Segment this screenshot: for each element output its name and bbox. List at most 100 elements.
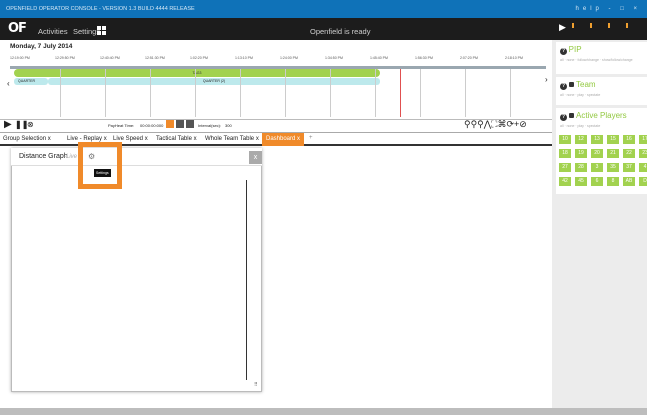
distance-graph-widget	[11, 148, 262, 392]
timeline-time-label: 12:19:00 PM	[10, 56, 30, 60]
timeline-quarter-1[interactable]: QUARTER	[14, 78, 48, 85]
dark-button[interactable]	[186, 120, 194, 128]
menu-activities[interactable]: Activities	[38, 27, 68, 36]
play-icon[interactable]: ▶	[4, 119, 12, 130]
team-panel: ? Team all · none · play · spectate	[556, 77, 647, 105]
player-badge[interactable]: 28	[575, 163, 587, 172]
pip-options[interactable]: all · none · follow/change · show/follow…	[556, 58, 647, 62]
chevron-right-icon[interactable]: ›	[545, 75, 548, 84]
grid-line	[465, 69, 466, 117]
help-icon[interactable]: ?	[560, 83, 567, 90]
timeline-time-label: 1:24:00 PM	[280, 56, 298, 60]
timeline-time-label: 1:34:50 PM	[325, 56, 343, 60]
bottom-bar	[0, 408, 647, 415]
player-badge[interactable]: D	[639, 177, 647, 186]
timeline-tag-bar[interactable]: TAG3	[14, 69, 380, 77]
tab-group-selection[interactable]: Group Selection x	[3, 136, 51, 142]
window-controls[interactable]: help - □ ×	[576, 0, 641, 18]
stop-icon[interactable]: ⊗	[27, 120, 34, 129]
gear-icon[interactable]: ⚙	[88, 152, 95, 161]
tab-dashboard[interactable]: Dashboard x	[262, 133, 304, 146]
timeline-time-label: 12:40:40 PM	[100, 56, 120, 60]
player-badge[interactable]: 37	[623, 163, 635, 172]
chevron-left-icon[interactable]: ‹	[7, 79, 10, 88]
player-badge[interactable]: 4	[639, 163, 647, 172]
player-badge[interactable]: 6	[591, 177, 603, 186]
highlight-box	[78, 142, 122, 189]
status-text: Openfield is ready	[310, 27, 371, 36]
add-tab-icon[interactable]: +	[309, 135, 313, 141]
player-badge[interactable]: 45	[575, 177, 587, 186]
grid-line	[60, 69, 61, 117]
player-badge[interactable]: 15	[607, 135, 619, 144]
player-badge[interactable]: 23	[639, 149, 647, 158]
interval-input[interactable]: 300	[225, 123, 232, 128]
grid-icon[interactable]	[97, 26, 106, 35]
player-badge[interactable]: 19	[575, 149, 587, 158]
player-badge[interactable]: AB	[623, 177, 635, 186]
timeline-time-label: 1:56:30 PM	[415, 56, 433, 60]
resize-handle-icon[interactable]: ⠿	[254, 382, 258, 388]
timeline-time-label: 12:29:50 PM	[55, 56, 75, 60]
timeline-time-label: 1:13:10 PM	[235, 56, 253, 60]
grid-line	[195, 69, 196, 117]
dark-button[interactable]	[176, 120, 184, 128]
widget-close-button[interactable]: x	[249, 151, 262, 164]
playhead-marker[interactable]	[400, 69, 401, 117]
tick-marker	[626, 23, 628, 28]
sidebar-topbar	[552, 18, 647, 40]
help-icon[interactable]: ?	[560, 48, 567, 55]
settings-tooltip: Settings	[94, 169, 111, 177]
tick-marker	[590, 23, 592, 28]
grid-line	[510, 69, 511, 117]
widget-title: Distance Graph	[19, 153, 68, 160]
player-badge[interactable]: 21	[607, 149, 619, 158]
help-icon[interactable]: ?	[560, 114, 567, 121]
timeline-time-label: 2:07:20 PM	[460, 56, 478, 60]
payheat-label: PayHeat Time:	[108, 123, 135, 128]
payheat-value[interactable]: 00:00:00:000	[140, 123, 163, 128]
app-title: OPENFIELD OPERATOR CONSOLE - VERSION 1.3…	[6, 6, 195, 12]
logo: OF	[8, 21, 27, 36]
lock-icon[interactable]	[569, 82, 574, 87]
team-title: Team	[576, 80, 596, 89]
player-badge[interactable]: 22	[623, 149, 635, 158]
widget-live-label: -Live	[64, 154, 78, 160]
tick-marker	[572, 23, 574, 28]
tab-tactical-table[interactable]: Tactical Table x	[156, 136, 197, 142]
player-badge[interactable]: 12	[575, 135, 587, 144]
timeline-time-label: 12:51:30 PM	[145, 56, 165, 60]
grid-line	[285, 69, 286, 117]
titlebar: OPENFIELD OPERATOR CONSOLE - VERSION 1.3…	[0, 0, 647, 18]
player-badge[interactable]: 27	[559, 163, 571, 172]
tab-whole-team-table[interactable]: Whole Team Table x	[205, 136, 259, 142]
grid-line	[420, 69, 421, 117]
grid-line	[330, 69, 331, 117]
player-badge[interactable]: 35	[607, 163, 619, 172]
player-badge[interactable]: 17	[639, 135, 647, 144]
lock-icon[interactable]	[569, 113, 574, 118]
player-badge[interactable]: 8	[607, 177, 619, 186]
orange-button[interactable]	[166, 120, 174, 128]
active-players-title: Active Players	[576, 111, 627, 120]
player-badge[interactable]: 20	[591, 149, 603, 158]
player-badge[interactable]: 3	[591, 163, 603, 172]
player-badge[interactable]: 16	[623, 135, 635, 144]
zoom-toolbar-icons[interactable]: ⚲⚲⚲⋀⛶⌘⟳+⊘	[464, 119, 527, 130]
timeline-time-label: 1:02:20 PM	[190, 56, 208, 60]
grid-line	[240, 69, 241, 117]
interval-label: Interval(sec):	[198, 123, 222, 128]
player-badge[interactable]: 10	[559, 135, 571, 144]
timeline-time-label: 1:45:40 PM	[370, 56, 388, 60]
player-badge[interactable]: 18	[559, 149, 571, 158]
sidebar-play-icon[interactable]: ▶	[559, 22, 566, 33]
grid-line	[150, 69, 151, 117]
grid-line	[375, 69, 376, 117]
timeline-date: Monday, 7 July 2014	[10, 43, 73, 50]
player-badge[interactable]: 13	[591, 135, 603, 144]
player-badge[interactable]: 42	[559, 177, 571, 186]
active-players-options[interactable]: all · none · play · spectate	[556, 124, 647, 128]
team-options[interactable]: all · none · play · spectate	[556, 93, 647, 97]
vertical-scrollbar[interactable]	[246, 180, 247, 380]
pip-panel: ? PIP all · none · follow/change · show/…	[556, 42, 647, 74]
